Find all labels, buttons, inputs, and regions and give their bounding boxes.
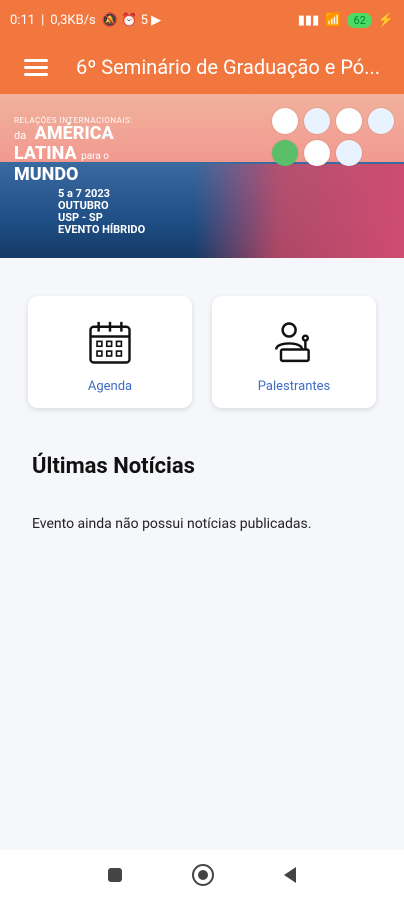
banner-line2-text: LATINA (14, 143, 77, 164)
logo-icon (336, 140, 362, 166)
logo-icon (304, 108, 330, 134)
status-time: 0:11 (10, 12, 36, 28)
status-bar: 0:11 | 0,3KB/s 🔕 ⏰ 5 ▶ ▮▮▮ 📶 62 ⚡ (0, 0, 404, 40)
speakers-card[interactable]: Palestrantes (212, 296, 376, 408)
logo-icon (304, 140, 330, 166)
banner-line3: MUNDO (14, 164, 79, 185)
banner-logos (272, 108, 394, 166)
status-icons: 🔕 ⏰ 5 ▶ (101, 12, 162, 28)
news-empty-text: Evento ainda não possui notícias publica… (32, 516, 312, 532)
banner-note: EVENTO HÍBRIDO (58, 223, 146, 236)
speakers-label: Palestrantes (257, 378, 331, 394)
calendar-icon (89, 321, 131, 364)
page-title: 6º Seminário de Graduação e Pó... (76, 55, 381, 79)
charging-icon: ⚡ (377, 12, 394, 28)
status-left: 0:11 | 0,3KB/s 🔕 ⏰ 5 ▶ (10, 13, 161, 28)
agenda-card[interactable]: Agenda (28, 296, 192, 408)
banner-line2-suffix: para o (81, 151, 109, 162)
battery-level: 62 (347, 12, 372, 28)
recent-apps-icon[interactable] (108, 868, 122, 882)
back-icon[interactable] (284, 867, 296, 883)
logo-icon (272, 140, 298, 166)
news-title: Últimas Notícias (32, 454, 195, 479)
logo-icon (272, 108, 298, 134)
banner-text: RELAÇÕES INTERNACIONAIS: da AMÉRICA LATI… (14, 116, 133, 184)
home-icon[interactable] (192, 864, 214, 886)
logo-icon (368, 108, 394, 134)
app-bar: 6º Seminário de Graduação e Pó... (0, 40, 404, 94)
quick-actions: Agenda Palestrantes (28, 296, 376, 408)
main-content: Agenda Palestrantes Últimas Notícias Eve… (0, 258, 404, 850)
banner-line2: LATINA para o (14, 145, 133, 166)
banner-map-overlay (194, 164, 404, 258)
signal-icon: ▮▮▮ (297, 12, 320, 28)
menu-icon[interactable] (24, 55, 48, 80)
agenda-label: Agenda (87, 378, 133, 394)
speaker-podium-icon (274, 321, 310, 362)
banner-dates: 5 a 7 2023 OUTUBRO USP - SP EVENTO HÍBRI… (58, 188, 145, 236)
banner-line1-text: AMÉRICA (34, 123, 114, 144)
system-nav-bar (0, 850, 404, 900)
status-right: ▮▮▮ 📶 62 ⚡ (297, 12, 394, 28)
logo-icon (336, 108, 362, 134)
banner-line1-prefix: da (14, 129, 27, 142)
status-net: 0,3KB/s (50, 12, 96, 28)
banner-subtitle: RELAÇÕES INTERNACIONAIS: (14, 116, 133, 125)
event-banner: RELAÇÕES INTERNACIONAIS: da AMÉRICA LATI… (0, 94, 404, 258)
status-divider: | (41, 12, 45, 28)
wifi-icon: 📶 (325, 12, 342, 28)
banner-line1: da AMÉRICA (14, 125, 133, 145)
